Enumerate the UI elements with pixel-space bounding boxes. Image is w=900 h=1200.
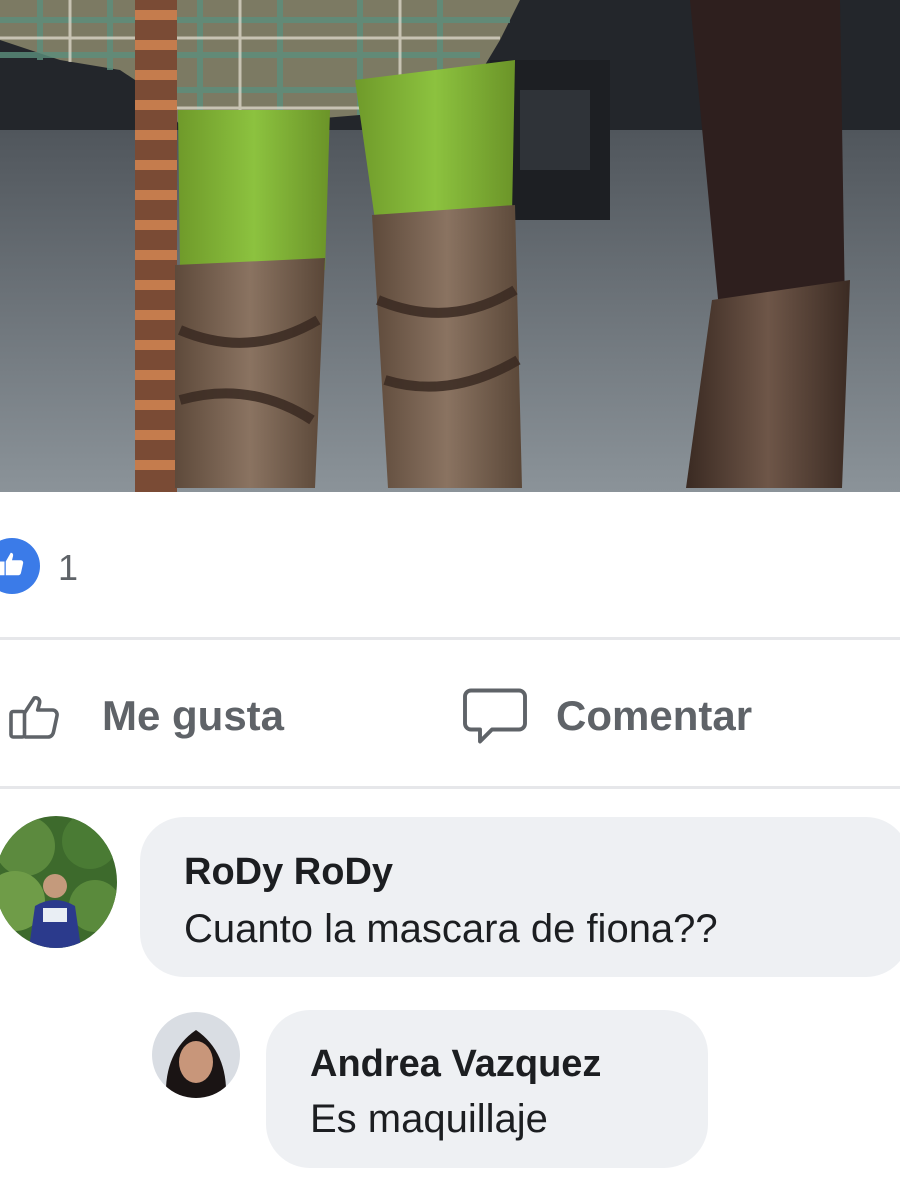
reaction-count[interactable]: 1 bbox=[58, 548, 78, 588]
reactions-row bbox=[0, 492, 900, 638]
thumbs-up-outline-icon bbox=[8, 692, 78, 740]
like-button-label: Me gusta bbox=[102, 692, 285, 739]
comment-bubble bbox=[140, 817, 900, 977]
reply-author[interactable]: Andrea Vazquez bbox=[310, 1042, 601, 1086]
facebook-post: 1 Me gusta Comentar RoDy RoDy Cuanto la … bbox=[0, 0, 900, 1200]
comment-text: Cuanto la mascara de fiona?? bbox=[184, 907, 718, 951]
post-photo[interactable] bbox=[0, 0, 900, 492]
reply-text: Es maquillaje bbox=[310, 1097, 548, 1141]
avatar[interactable] bbox=[152, 1012, 240, 1098]
divider bbox=[0, 786, 900, 789]
avatar[interactable] bbox=[0, 816, 117, 948]
thumbs-up-icon bbox=[0, 549, 27, 584]
post-photo-illustration bbox=[0, 0, 900, 492]
like-button[interactable]: Me gusta bbox=[8, 676, 284, 756]
comment-author[interactable]: RoDy RoDy bbox=[184, 850, 393, 894]
speech-bubble-icon bbox=[462, 684, 532, 748]
divider bbox=[0, 637, 900, 640]
comment-button-label: Comentar bbox=[556, 692, 753, 739]
reply-bubble bbox=[266, 1010, 708, 1168]
comment-button[interactable]: Comentar bbox=[462, 676, 752, 756]
